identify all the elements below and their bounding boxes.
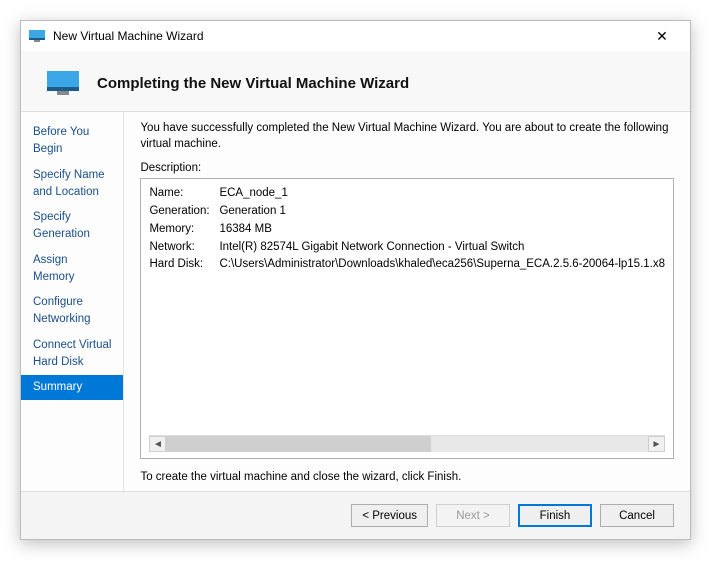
description-value: Generation 1 [219,203,665,221]
description-row: Network:Intel(R) 82574L Gigabit Network … [149,239,665,257]
next-button: Next > [436,504,510,527]
description-label: Description: [140,162,674,174]
scroll-right-icon[interactable]: ► [648,436,665,452]
description-key: Network: [149,239,219,257]
wizard-step[interactable]: Specify Name and Location [21,163,123,206]
description-key: Name: [149,185,219,203]
close-icon[interactable]: ✕ [642,28,682,45]
description-row: Memory:16384 MB [149,221,665,239]
page-title: Completing the New Virtual Machine Wizar… [97,75,409,92]
wizard-window: New Virtual Machine Wizard ✕ Completing … [20,20,691,540]
wizard-step[interactable]: Before You Begin [21,120,123,163]
description-row: Generation:Generation 1 [149,203,665,221]
wizard-step[interactable]: Assign Memory [21,248,123,291]
wizard-content: You have successfully completed the New … [123,112,690,491]
description-key: Generation: [149,203,219,221]
wizard-step[interactable]: Specify Generation [21,205,123,248]
description-row: Name:ECA_node_1 [149,185,665,203]
description-value: Intel(R) 82574L Gigabit Network Connecti… [219,239,665,257]
description-box: Name:ECA_node_1Generation:Generation 1Me… [140,178,674,459]
monitor-icon [47,71,79,95]
window-title: New Virtual Machine Wizard [53,29,642,43]
description-key: Hard Disk: [149,256,219,274]
finish-button[interactable]: Finish [518,504,592,527]
description-row: Hard Disk:C:\Users\Administrator\Downloa… [149,256,665,274]
description-value: C:\Users\Administrator\Downloads\khaled\… [219,256,665,274]
wizard-step[interactable]: Configure Networking [21,290,123,333]
wizard-step[interactable]: Summary [21,375,123,400]
footnote-text: To create the virtual machine and close … [140,471,674,483]
previous-button[interactable]: < Previous [351,504,428,527]
wizard-footer: < Previous Next > Finish Cancel [21,491,690,539]
scroll-thumb[interactable] [166,436,431,452]
description-value: ECA_node_1 [219,185,665,203]
wizard-body: Before You BeginSpecify Name and Locatio… [21,112,690,491]
description-key: Memory: [149,221,219,239]
description-value: 16384 MB [219,221,665,239]
intro-text: You have successfully completed the New … [140,120,674,152]
wizard-step[interactable]: Connect Virtual Hard Disk [21,333,123,376]
horizontal-scrollbar[interactable]: ◄ ► [149,435,665,452]
titlebar: New Virtual Machine Wizard ✕ [21,21,690,51]
description-rows: Name:ECA_node_1Generation:Generation 1Me… [149,185,665,429]
cancel-button[interactable]: Cancel [600,504,674,527]
monitor-icon [29,30,45,42]
wizard-header: Completing the New Virtual Machine Wizar… [21,51,690,112]
wizard-steps: Before You BeginSpecify Name and Locatio… [21,112,123,491]
scroll-track[interactable] [166,436,648,452]
scroll-left-icon[interactable]: ◄ [149,436,166,452]
